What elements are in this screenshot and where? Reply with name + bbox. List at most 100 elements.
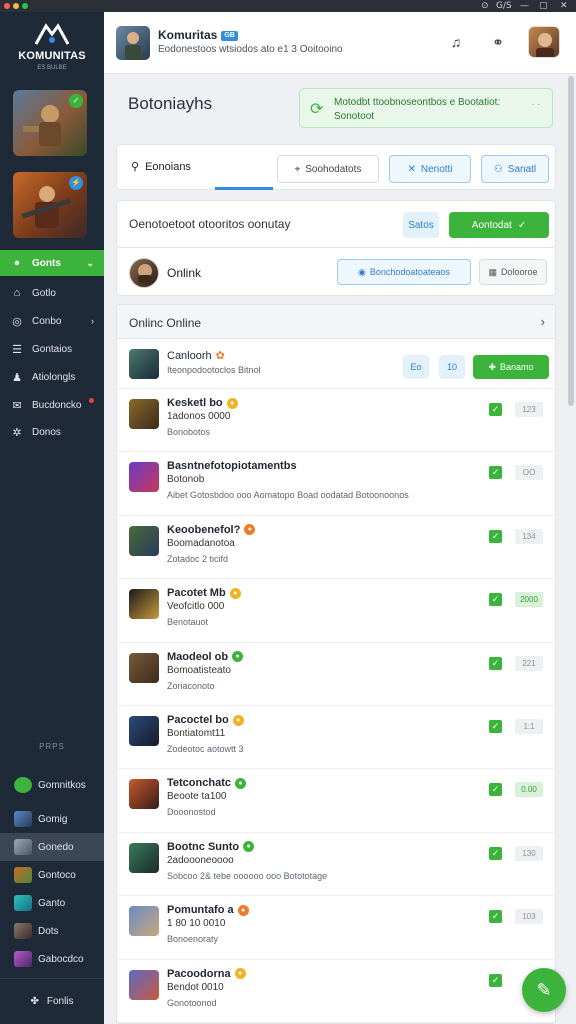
member-checkbox[interactable]: ✓ [489,656,502,670]
rank-coin-icon: ● [237,904,249,916]
tab-members[interactable]: ⚲ Eonoians [131,160,191,174]
notification-bell-icon[interactable]: ♫ [446,32,466,52]
bearded-face-icon [138,264,152,283]
sidebar-footer[interactable]: ✤ Fonlis [0,978,104,1024]
rank-coin-icon: ● [244,524,256,536]
member-checkbox[interactable]: ✓ [489,720,502,733]
link-icon[interactable]: ⚭ [488,32,508,52]
filter-apply-button[interactable]: Aontodat ✓ [449,212,549,238]
compose-fab-button[interactable]: ✎ [522,968,566,1012]
newest-button[interactable]: ✕ Nenotti [389,155,471,183]
boost-badge-icon: ⚡ [69,176,83,190]
member-name: Pacoodorna ● [167,968,246,980]
member-checkbox[interactable]: ✓ [489,403,502,416]
community-avatar-icon [14,811,32,827]
member-score-badge: 0.00 [515,782,543,798]
community-item[interactable]: Gomnitkos [0,771,104,799]
sidebar-item-home[interactable]: ⌂ Gotlo [0,280,104,306]
community-avatar[interactable] [116,26,150,60]
member-list-header[interactable]: Onlinc Online › [117,305,555,339]
notification-dot [89,398,94,403]
member-subtitle: Aibet Gotosbdoo ooo Aomatopo Boad oodata… [167,490,409,501]
member-subtitle: Zodeotoc aotowtt 3 [167,744,244,754]
online-card: Onlink ◉ Bonchodoatoateaos ▦ Dolooroe [116,248,556,296]
member-row[interactable]: Maodeol ob ● Bomoatisteato Zoriaconoto ✓ 221 [117,643,555,706]
sort-button[interactable]: ⚇ Sanatl [481,155,549,183]
sidebar-item-games[interactable]: ● Gonts ⌄ [0,250,104,276]
member-row[interactable]: Pacoctel bo ● Bontiatomt11 Zodeotoc aotowtt… [117,706,555,770]
member-checkbox[interactable]: ✓ [489,529,502,543]
grid-icon: ▦ [488,266,497,277]
member-name-text: Canloorh [167,349,212,362]
gamepad-icon: ● [13,257,21,269]
close-dot-icon[interactable] [4,3,10,9]
search-button[interactable]: ⌖ Soohodatots [277,155,379,183]
scrollbar-thumb[interactable] [568,76,574,406]
community-item[interactable]: Gontoco [0,861,104,889]
online-user-avatar[interactable] [129,258,159,288]
community-item[interactable]: Ganto [0,889,104,917]
member-row-featured[interactable]: Canloorh ✿ Iteonpodootoclos Bitnol Eo 10… [117,339,555,389]
titlebar-globe-icon[interactable]: ⊙ [481,1,489,11]
member-row[interactable]: Tetconchatc ● Beoote ta100 Dooonostod ✓ 0.00 [117,769,555,833]
featured-game-tile-2[interactable]: ⚡ [13,172,87,238]
minimize-dot-icon[interactable] [13,3,19,9]
sidebar-section-label: PRPS [39,742,65,751]
member-thumb [129,349,159,379]
maximize-dot-icon[interactable] [22,3,28,9]
community-header: Komuritas GB Eodonestoos wtsiodos ato e1 … [104,12,576,74]
rank-coin-icon: ● [232,651,244,663]
member-checkbox[interactable]: ✓ [489,466,502,480]
filter-light-button[interactable]: Satos [403,212,439,238]
community-label: Gontoco [38,869,76,881]
app-logo[interactable]: KOMUNITAS ES BULBE [0,20,104,80]
member-row[interactable]: Kesketl bo ● 1adonos 0000 Bonobotos ✓ 123 [117,389,555,453]
online-grey-button[interactable]: ▦ Dolooroe [479,259,547,285]
scrollbar[interactable] [566,74,576,1024]
community-item[interactable]: Gonedo [0,833,104,861]
notice-dismiss-button[interactable]: ∙ ∙ [532,99,540,110]
community-label: Ganto [38,897,66,909]
footer-label: Fonlis [46,996,74,1007]
community-item[interactable]: Gomig [0,805,104,833]
member-row[interactable]: Pacoodorna ● Bendot 0010 Gonotoonod ✓ [117,960,555,1023]
sidebar-item-settings[interactable]: ✲ Donos [0,419,104,445]
community-item[interactable]: Dots [0,917,104,945]
sidebar-item-people[interactable]: ♟ Atiolongls [0,364,104,390]
rank-coin-icon: ● [234,968,246,980]
user-avatar[interactable] [528,26,560,58]
featured-action-1[interactable]: Eo [403,355,429,379]
main-content: Botoniayhs ⟳ Motodbt ttoobnoseontbos e B… [104,74,566,1024]
member-checkbox[interactable]: ✓ [489,783,502,797]
member-subtitle: Iteonpodootoclos Bitnol [167,365,261,375]
member-stat-line: Bendot 0010 [167,981,224,993]
community-item[interactable]: Gabocdco [0,945,104,973]
member-name: Pomuntafo a ● [167,904,249,916]
sidebar-item-globe[interactable]: ◎ Conbo › [0,308,104,334]
member-row[interactable]: Bootnc Sunto ● 2adoooneoooo Sobcoo 2& tebe … [117,833,555,897]
featured-action-2[interactable]: 10 [439,355,465,379]
member-name-text: Maodeol ob [167,650,229,663]
maximize-icon[interactable]: ▢ [539,1,548,11]
filter-apply-label: Aontodat [471,219,512,231]
online-blue-button[interactable]: ◉ Bonchodoatoateaos [337,259,471,285]
member-checkbox[interactable]: ✓ [489,973,502,987]
minimize-icon[interactable]: — [520,1,529,11]
close-icon[interactable]: ✕ [560,1,568,11]
featured-join-button[interactable]: ✚ Banamo [473,355,549,379]
member-row[interactable]: Basntnefotopiotamentbs Botonob Aibet Gotos… [117,452,555,516]
rank-coin-icon: ● [229,587,241,599]
member-name-text: Basntnefotopiotamentbs [167,460,297,473]
member-subtitle: Zotadoc 2 ticifd [167,553,229,564]
member-checkbox[interactable]: ✓ [489,846,502,860]
member-score-badge: 134 [515,528,543,544]
member-row[interactable]: Pomuntafo a ● 1 80 10 0010 Bonoenoraty ✓ 103 [117,896,555,960]
member-checkbox[interactable]: ✓ [489,910,502,924]
featured-game-tile-1[interactable]: ✓ [13,90,87,156]
member-row[interactable]: Keoobenefol? ● Boomadanotoa Zotadoc 2 ticif… [117,516,555,580]
member-checkbox[interactable]: ✓ [489,593,502,607]
member-row[interactable]: Pacotet Mb ● Veofcitlo 000 Benotauot ✓ 2000 [117,579,555,643]
sidebar-item-chat[interactable]: ✉ Bucdoncko [0,392,104,418]
sidebar-item-list[interactable]: ☰ Gontaios [0,336,104,362]
tag-icon: ⌖ [294,163,301,175]
